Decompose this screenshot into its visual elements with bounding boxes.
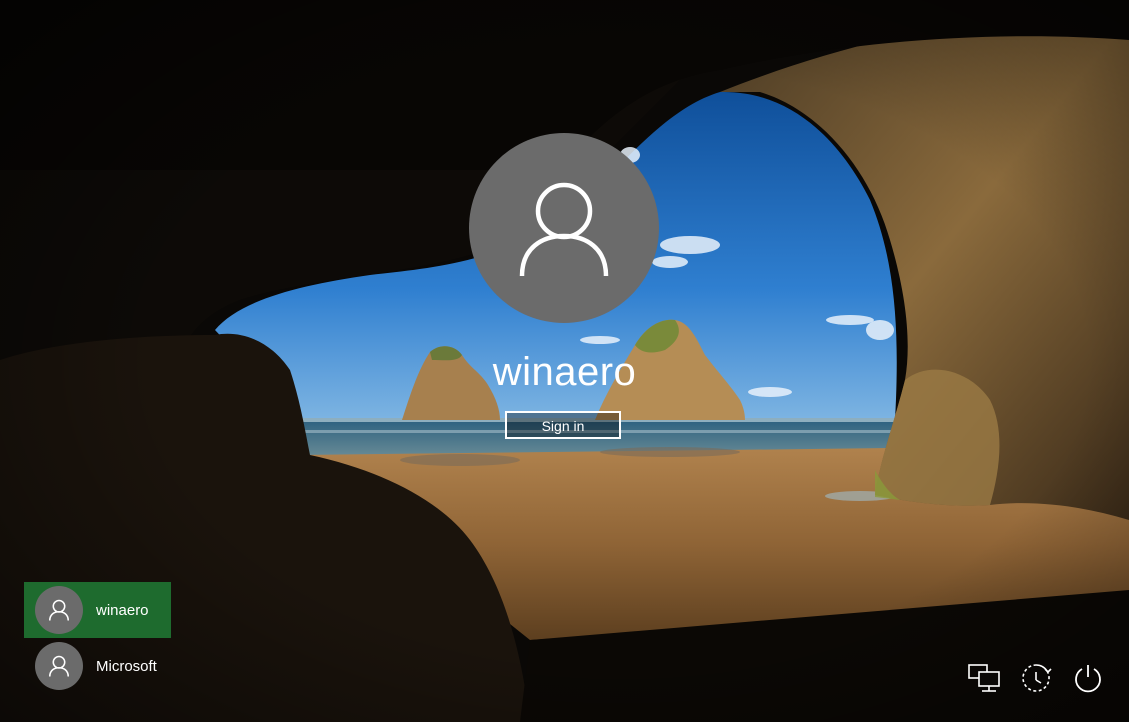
- user-avatar-large: [469, 133, 659, 323]
- user-avatar-small: [35, 586, 83, 634]
- ease-of-access-icon[interactable]: [1018, 660, 1054, 696]
- system-icons-bar: [966, 660, 1106, 696]
- power-icon[interactable]: [1070, 660, 1106, 696]
- person-icon: [519, 182, 609, 277]
- user-item-label: winaero: [96, 601, 149, 619]
- sign-in-button[interactable]: Sign in: [505, 411, 621, 439]
- user-switcher-list: winaero Microsoft: [24, 582, 171, 694]
- person-icon: [48, 599, 70, 621]
- lock-screen: winaero Sign in winaero Microsoft: [0, 0, 1129, 722]
- user-item-label: Microsoft: [96, 657, 157, 675]
- current-username: winaero: [492, 350, 637, 394]
- user-avatar-small: [35, 642, 83, 690]
- person-icon: [48, 655, 70, 677]
- user-item-microsoft[interactable]: Microsoft: [24, 638, 171, 694]
- network-icon[interactable]: [966, 660, 1002, 696]
- user-item-winaero[interactable]: winaero: [24, 582, 171, 638]
